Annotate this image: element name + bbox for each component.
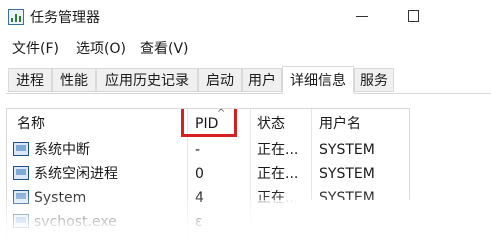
process-name: 系统中断 xyxy=(34,142,90,158)
tab-bar: 进程 性能 应用历史记录 启动 用户 详细信息 服务 xyxy=(6,66,491,94)
tab-users[interactable]: 用户 xyxy=(242,68,282,92)
menu-options[interactable]: 选项(O) xyxy=(76,40,126,58)
process-name: svchost.exe xyxy=(34,214,117,230)
process-name: 系统空闲进程 xyxy=(34,166,118,182)
process-user: SYSTEM xyxy=(319,142,375,158)
tab-services[interactable]: 服务 xyxy=(354,68,394,92)
process-status: 正在... xyxy=(257,166,299,182)
table-row[interactable]: 系统中断 - 正在... SYSTEM xyxy=(7,138,409,162)
table-row[interactable]: svchost.exe ε xyxy=(7,210,409,234)
task-manager-icon xyxy=(8,9,24,25)
tab-performance[interactable]: 性能 xyxy=(52,68,96,92)
column-header-name[interactable]: 名称 xyxy=(17,115,45,133)
process-pid: 4 xyxy=(195,190,204,206)
menu-bar: 文件(F) 选项(O) 查看(V) xyxy=(0,38,491,60)
tab-startup[interactable]: 启动 xyxy=(198,68,242,92)
details-table: 名称 PID ^ 状态 用户名 系统中断 - 正在... SYSTEM 系统空闲… xyxy=(6,108,410,249)
process-pid: - xyxy=(195,142,201,158)
process-name: System xyxy=(34,190,87,206)
window-title: 任务管理器 xyxy=(30,10,100,26)
menu-view[interactable]: 查看(V) xyxy=(140,40,189,58)
process-status: 正在... xyxy=(257,190,299,206)
process-icon xyxy=(13,142,29,156)
column-header-username[interactable]: 用户名 xyxy=(319,115,361,133)
process-user: SYSTEM xyxy=(319,166,375,182)
tab-processes[interactable]: 进程 xyxy=(8,68,52,92)
maximize-button[interactable] xyxy=(408,8,422,22)
title-bar: 任务管理器 xyxy=(0,0,491,36)
tab-details[interactable]: 详细信息 xyxy=(282,66,354,94)
table-row[interactable]: 系统空闲进程 0 正在... SYSTEM xyxy=(7,162,409,186)
pid-highlight-box xyxy=(181,109,237,137)
process-pid: 0 xyxy=(195,166,204,182)
table-row[interactable]: System 4 正在... SYSTEM xyxy=(7,186,409,210)
column-header-status[interactable]: 状态 xyxy=(257,115,285,133)
process-pid: ε xyxy=(195,214,203,230)
process-icon xyxy=(13,166,29,180)
menu-file[interactable]: 文件(F) xyxy=(12,40,59,58)
process-user: SYSTEM xyxy=(319,190,375,206)
process-icon xyxy=(13,190,29,204)
minimize-button[interactable] xyxy=(356,8,370,22)
tab-app-history[interactable]: 应用历史记录 xyxy=(96,68,198,92)
process-icon xyxy=(13,214,29,228)
process-status: 正在... xyxy=(257,142,299,158)
